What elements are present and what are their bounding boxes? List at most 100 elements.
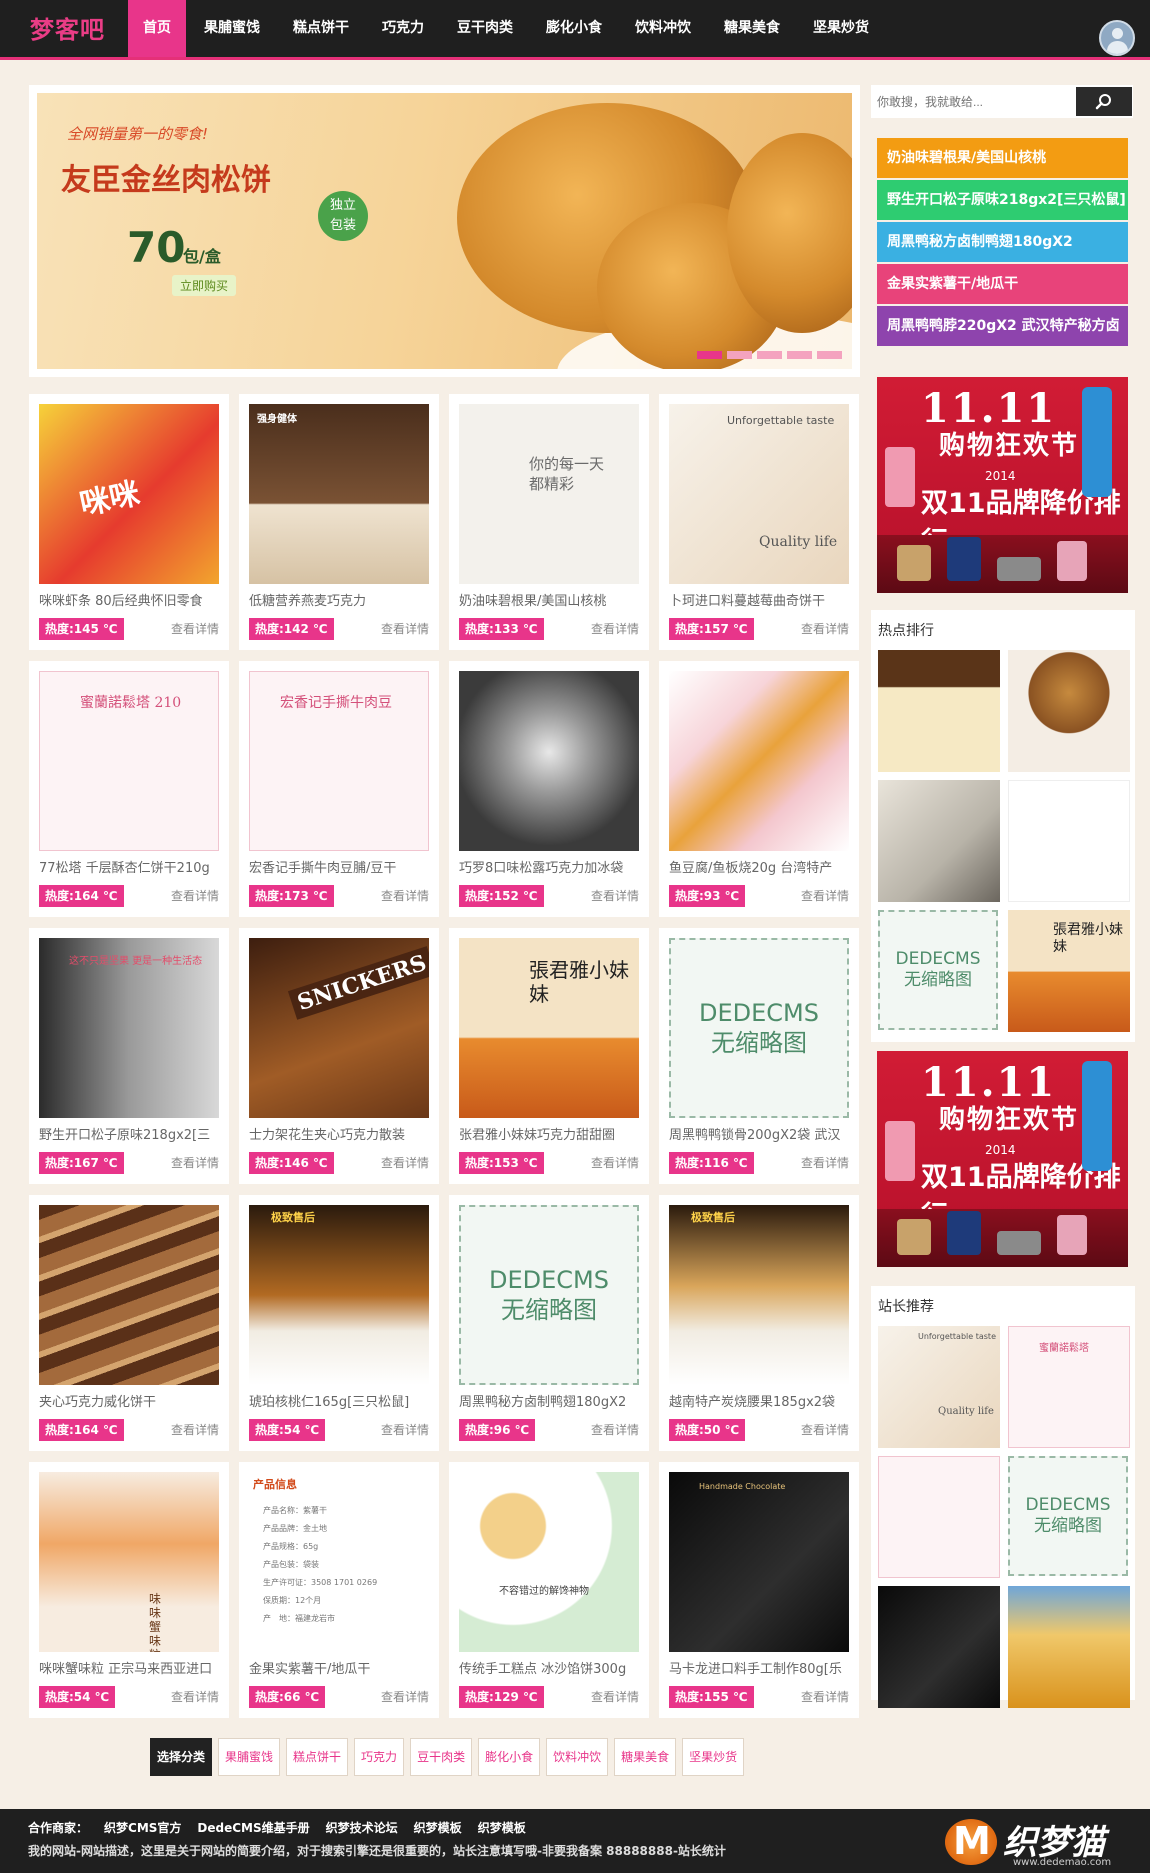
category-link-tofu-meat[interactable]: 豆干肉类 xyxy=(410,1738,473,1776)
product-thumb[interactable]: Handmade Chocolate xyxy=(669,1472,849,1652)
footer-link[interactable]: 织梦CMS官方 xyxy=(104,1819,181,1836)
nav-item-candy[interactable]: 糖果美食 xyxy=(709,0,795,57)
product-card[interactable]: Handmade Chocolate 马卡龙进口料手工制作80g[乐 热度:15… xyxy=(659,1462,859,1718)
no-thumbnail-placeholder[interactable]: DEDECMS 无缩略图 xyxy=(459,1205,639,1385)
product-title[interactable]: 周黑鸭鸭锁骨200gX2袋 武汉 xyxy=(669,1124,849,1144)
detail-link[interactable]: 查看详情 xyxy=(801,618,849,640)
nav-item-tofu-meat[interactable]: 豆干肉类 xyxy=(442,0,528,57)
detail-link[interactable]: 查看详情 xyxy=(591,885,639,907)
category-link-chocolate[interactable]: 巧克力 xyxy=(354,1738,405,1776)
product-thumb[interactable]: 蜜蘭諾鬆塔 210 xyxy=(39,671,219,851)
product-card[interactable]: 你的每一天都精彩 奶油味碧根果/美国山核桃 热度:133 ℃ 查看详情 xyxy=(449,394,649,650)
product-thumb[interactable]: SNICKERS xyxy=(249,938,429,1118)
footer-link[interactable]: 织梦模板 xyxy=(414,1819,462,1836)
product-thumb[interactable]: 强身健体 xyxy=(249,404,429,584)
site-thumb[interactable] xyxy=(878,1456,1000,1578)
detail-link[interactable]: 查看详情 xyxy=(171,1419,219,1441)
banner-buy-button[interactable]: 立即购买 xyxy=(172,275,237,296)
product-title[interactable]: 低糖营养燕麦巧克力 xyxy=(249,590,429,610)
product-title[interactable]: 马卡龙进口料手工制作80g[乐 xyxy=(669,1658,849,1678)
hot-thumb[interactable] xyxy=(1008,650,1130,772)
product-thumb[interactable]: 張君雅小妹妹 xyxy=(459,938,639,1118)
no-thumbnail-placeholder[interactable]: DEDECMS 无缩略图 xyxy=(669,938,849,1118)
product-thumb[interactable]: 宏香记手撕牛肉豆 xyxy=(249,671,429,851)
detail-link[interactable]: 查看详情 xyxy=(381,618,429,640)
hot-thumb[interactable] xyxy=(1008,780,1130,902)
site-thumb[interactable] xyxy=(1008,1586,1130,1708)
detail-link[interactable]: 查看详情 xyxy=(171,885,219,907)
recommend-item[interactable]: 周黑鸭鸭脖220gX2 武汉特产秘方卤 xyxy=(877,306,1128,346)
product-card[interactable]: 蜜蘭諾鬆塔 210 77松塔 千层酥杏仁饼干210g 热度:164 ℃ 查看详情 xyxy=(29,661,229,917)
product-thumb[interactable]: 味味蟹味粒 xyxy=(39,1472,219,1652)
product-thumb[interactable]: 不容错过的解馋神物 xyxy=(459,1472,639,1652)
detail-link[interactable]: 查看详情 xyxy=(591,1152,639,1174)
product-thumb[interactable]: Unforgettable taste Quality life xyxy=(669,404,849,584)
recommend-item[interactable]: 奶油味碧根果/美国山核桃 xyxy=(877,138,1128,178)
nav-item-preserved-fruit[interactable]: 果脯蜜饯 xyxy=(189,0,275,57)
product-card[interactable]: 巧罗8口味松露巧克力加冰袋 热度:152 ℃ 查看详情 xyxy=(449,661,649,917)
no-thumbnail-placeholder[interactable]: DEDECMS 无缩略图 xyxy=(1008,1456,1128,1576)
no-thumbnail-placeholder[interactable]: DEDECMS 无缩略图 xyxy=(878,910,998,1030)
product-title[interactable]: 周黑鸭秘方卤制鸭翅180gX2 xyxy=(459,1391,639,1411)
detail-link[interactable]: 查看详情 xyxy=(171,1686,219,1708)
product-card[interactable]: 产品信息 产品名称：紫薯干 产品品牌：金土地 产品规格：65g 产品包装：袋装 … xyxy=(239,1462,439,1718)
product-thumb[interactable]: 咪咪 xyxy=(39,404,219,584)
category-link-preserved-fruit[interactable]: 果脯蜜饯 xyxy=(218,1738,281,1776)
search-input[interactable] xyxy=(871,85,1075,118)
recommend-item[interactable]: 野生开口松子原味218gx2[三只松鼠] xyxy=(877,180,1128,220)
site-logo[interactable]: 梦客吧 xyxy=(30,10,105,45)
product-title[interactable]: 咪咪虾条 80后经典怀旧零食 xyxy=(39,590,219,610)
product-thumb[interactable] xyxy=(669,671,849,851)
product-title[interactable]: 鱼豆腐/鱼板烧20g 台湾特产 xyxy=(669,857,849,877)
recommend-item[interactable]: 周黑鸭秘方卤制鸭翅180gX2 xyxy=(877,222,1128,262)
category-link-biscuits[interactable]: 糕点饼干 xyxy=(286,1738,349,1776)
product-thumb[interactable]: 产品信息 产品名称：紫薯干 产品品牌：金土地 产品规格：65g 产品包装：袋装 … xyxy=(249,1472,429,1652)
detail-link[interactable]: 查看详情 xyxy=(801,1686,849,1708)
product-thumb[interactable]: 你的每一天都精彩 xyxy=(459,404,639,584)
product-title[interactable]: 琥珀核桃仁165g[三只松鼠] xyxy=(249,1391,429,1411)
detail-link[interactable]: 查看详情 xyxy=(381,885,429,907)
product-card[interactable]: DEDECMS 无缩略图 周黑鸭鸭锁骨200gX2袋 武汉 热度:116 ℃ 查… xyxy=(659,928,859,1184)
hero-banner[interactable]: 全网销量第一的零食! 友臣金丝肉松饼 独立 包装 70 包/盒 立即购买 xyxy=(29,85,860,377)
slide-dot-2[interactable] xyxy=(727,351,752,359)
detail-link[interactable]: 查看详情 xyxy=(381,1686,429,1708)
slide-dot-5[interactable] xyxy=(817,351,842,359)
product-card[interactable]: 咪咪 咪咪虾条 80后经典怀旧零食 热度:145 ℃ 查看详情 xyxy=(29,394,229,650)
site-thumb[interactable]: 蜜蘭諾鬆塔 xyxy=(1008,1326,1130,1448)
product-card[interactable]: 夹心巧克力威化饼干 热度:164 ℃ 查看详情 xyxy=(29,1195,229,1451)
product-title[interactable]: 士力架花生夹心巧克力散装 xyxy=(249,1124,429,1144)
product-card[interactable]: Unforgettable taste Quality life 卜珂进口料蔓越… xyxy=(659,394,859,650)
detail-link[interactable]: 查看详情 xyxy=(801,1152,849,1174)
product-card[interactable]: 强身健体 低糖营养燕麦巧克力 热度:142 ℃ 查看详情 xyxy=(239,394,439,650)
footer-link[interactable]: 织梦模板 xyxy=(478,1819,526,1836)
product-title[interactable]: 越南特产炭烧腰果185gx2袋 xyxy=(669,1391,849,1411)
category-link-puffed-snacks[interactable]: 膨化小食 xyxy=(478,1738,541,1776)
site-thumb[interactable] xyxy=(878,1586,1000,1708)
product-thumb[interactable]: 极致售后 xyxy=(249,1205,429,1385)
slide-dot-4[interactable] xyxy=(787,351,812,359)
slide-dot-3[interactable] xyxy=(757,351,782,359)
nav-item-chocolate[interactable]: 巧克力 xyxy=(367,0,439,57)
hot-thumb[interactable] xyxy=(878,780,1000,902)
product-title[interactable]: 张君雅小妹妹巧克力甜甜圈 xyxy=(459,1124,639,1144)
product-thumb[interactable]: 极致售后 xyxy=(669,1205,849,1385)
product-card[interactable]: 极致售后 越南特产炭烧腰果185gx2袋 热度:50 ℃ 查看详情 xyxy=(659,1195,859,1451)
search-button[interactable] xyxy=(1076,87,1132,116)
nav-item-biscuits[interactable]: 糕点饼干 xyxy=(278,0,364,57)
product-title[interactable]: 野生开口松子原味218gx2[三 xyxy=(39,1124,219,1144)
side-ad-banner[interactable]: 11.11 购物狂欢节 2014 双11品牌降价排行 xyxy=(877,1051,1128,1267)
category-link-drinks[interactable]: 饮料冲饮 xyxy=(546,1738,609,1776)
product-thumb[interactable] xyxy=(39,1205,219,1385)
product-card[interactable]: DEDECMS 无缩略图 周黑鸭秘方卤制鸭翅180gX2 热度:96 ℃ 查看详… xyxy=(449,1195,649,1451)
product-card[interactable]: 这不只是坚果 更是一种生活态 野生开口松子原味218gx2[三 热度:167 ℃… xyxy=(29,928,229,1184)
product-card[interactable]: SNICKERS 士力架花生夹心巧克力散装 热度:146 ℃ 查看详情 xyxy=(239,928,439,1184)
user-avatar[interactable] xyxy=(1099,20,1135,56)
footer-link[interactable]: DedeCMS维基手册 xyxy=(197,1819,309,1836)
product-card[interactable]: 味味蟹味粒 咪咪蟹味粒 正宗马来西亚进口 热度:54 ℃ 查看详情 xyxy=(29,1462,229,1718)
category-link-nuts[interactable]: 坚果炒货 xyxy=(682,1738,745,1776)
product-title[interactable]: 奶油味碧根果/美国山核桃 xyxy=(459,590,639,610)
product-title[interactable]: 宏香记手撕牛肉豆脯/豆干 xyxy=(249,857,429,877)
product-card[interactable]: 宏香记手撕牛肉豆 宏香记手撕牛肉豆脯/豆干 热度:173 ℃ 查看详情 xyxy=(239,661,439,917)
product-title[interactable]: 咪咪蟹味粒 正宗马来西亚进口 xyxy=(39,1658,219,1678)
product-title[interactable]: 巧罗8口味松露巧克力加冰袋 xyxy=(459,857,639,877)
